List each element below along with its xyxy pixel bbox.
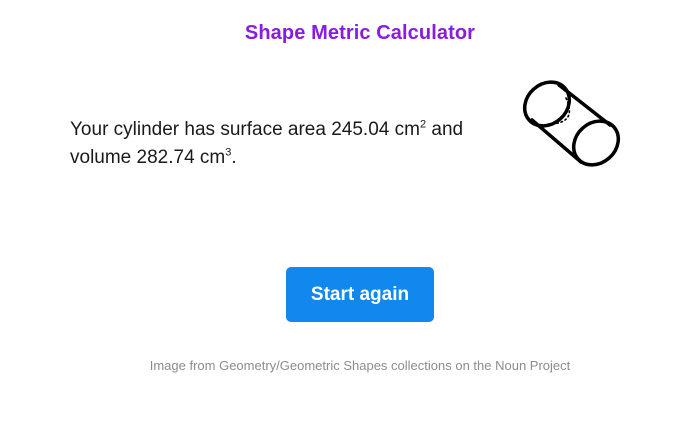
surface-area-value: 245.04 cm [331, 119, 420, 140]
image-credit: Image from Geometry/Geometric Shapes col… [149, 358, 571, 373]
result-prefix: Your cylinder has surface area [70, 119, 332, 140]
result-text: Your cylinder has surface area 245.04 cm… [70, 116, 500, 172]
page: Shape Metric Calculator Your cylinder ha… [0, 0, 691, 435]
cylinder-icon [522, 80, 621, 167]
volume-value: 282.74 cm [136, 147, 226, 168]
start-again-button[interactable]: Start again [286, 267, 434, 322]
result-suffix: . [231, 147, 237, 168]
page-title: Shape Metric Calculator [244, 22, 476, 44]
